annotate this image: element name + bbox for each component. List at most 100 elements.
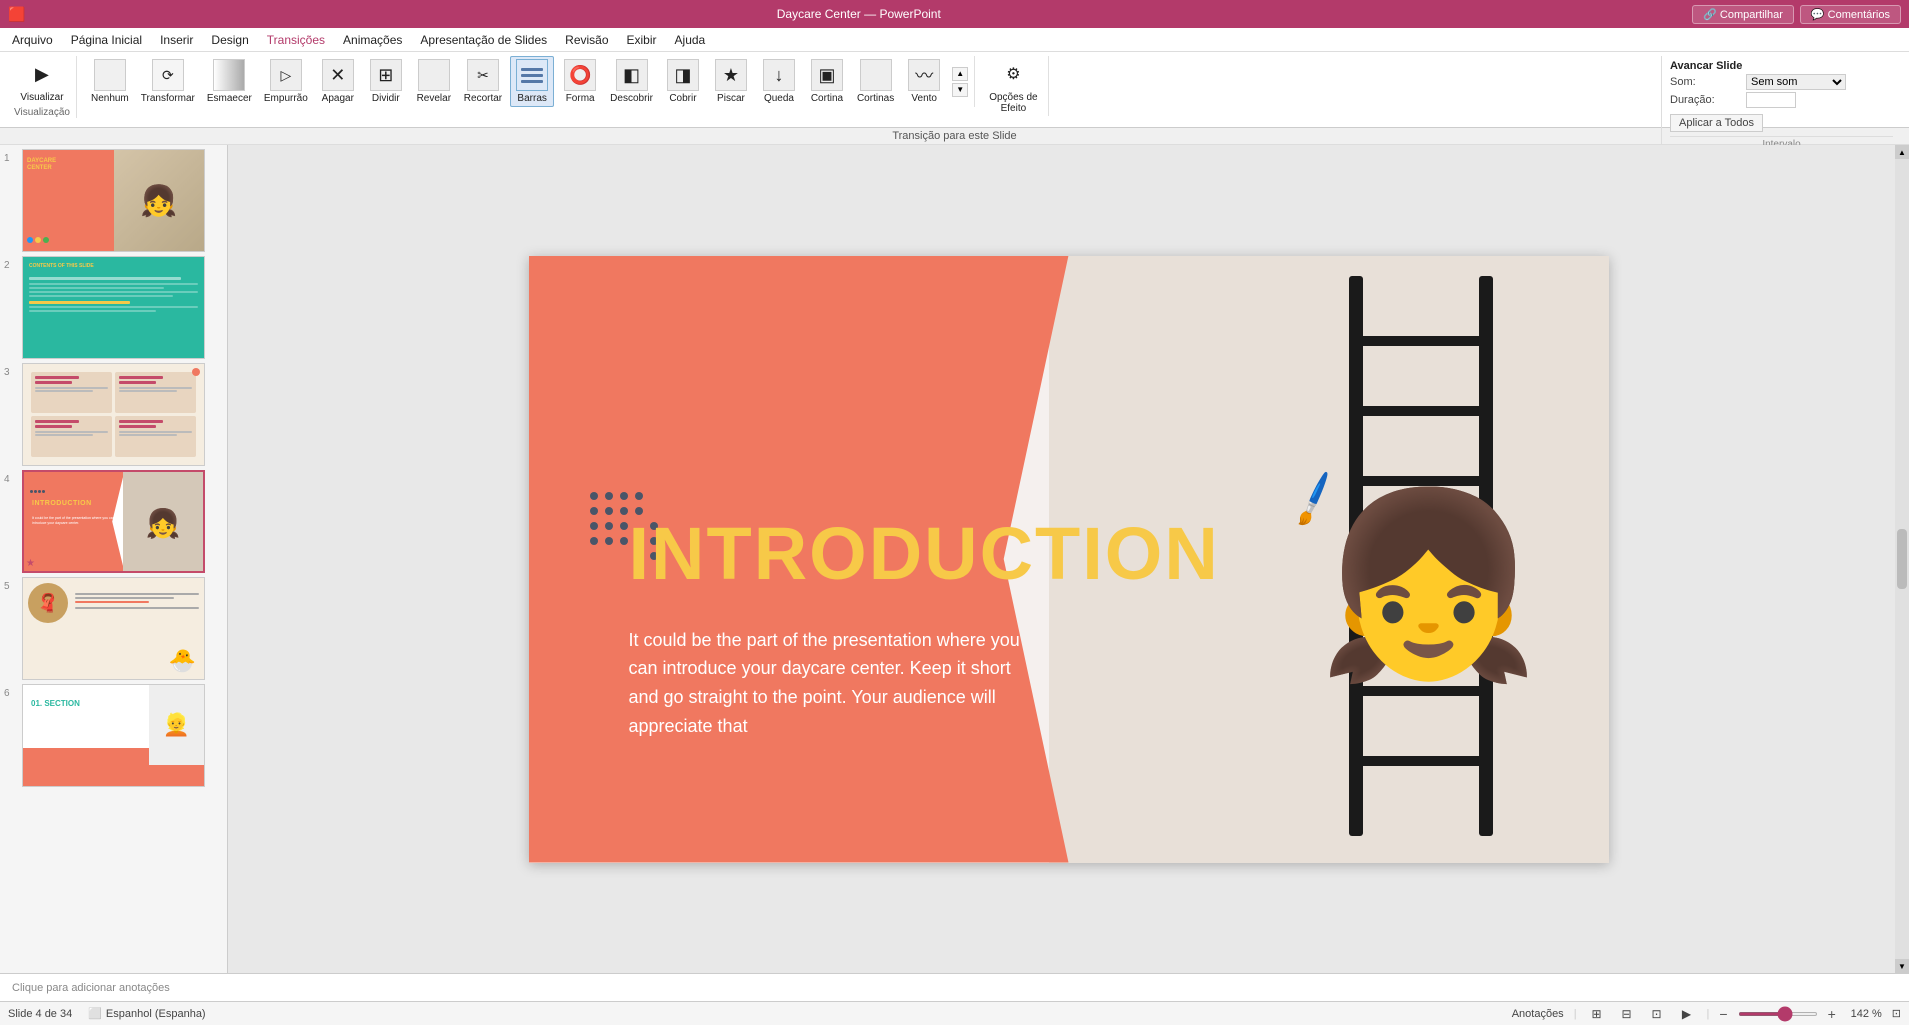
ribbon-btn-dividir[interactable]: ⊞ Dividir xyxy=(364,57,408,106)
language-label: Espanhol (Espanha) xyxy=(106,1008,206,1020)
forma-icon: ⭕ xyxy=(564,59,596,91)
piscar-icon: ★ xyxy=(715,59,747,91)
view-outline-btn[interactable]: ⊟ xyxy=(1617,1006,1637,1022)
slide-thumb-3[interactable] xyxy=(22,363,205,466)
slide-thumb-6[interactable]: 01. SECTION 👱 xyxy=(22,684,205,787)
vertical-scrollbar[interactable]: ▲ ▼ xyxy=(1895,145,1909,973)
slide-num-2: 2 xyxy=(4,256,18,271)
ribbon-btn-apagar[interactable]: ✕ Apagar xyxy=(316,57,360,106)
menu-bar: Arquivo Página Inicial Inserir Design Tr… xyxy=(0,28,1909,52)
visualizar-icon: ▶ xyxy=(26,58,58,90)
cortinas-icon xyxy=(860,59,892,91)
effect-options-icon: ⚙ xyxy=(997,58,1029,90)
ribbon-btn-barras[interactable]: Barras xyxy=(510,56,554,107)
accessibility-btn[interactable]: Anotações xyxy=(1512,1008,1564,1020)
slide-thumb-4[interactable]: INTRODUCTION It could be the part of the… xyxy=(22,470,205,573)
scroll-up-btn-canvas[interactable]: ▲ xyxy=(1895,145,1909,159)
ribbon-btn-cortinas[interactable]: Cortinas xyxy=(853,57,898,106)
apply-all-button[interactable]: Aplicar a Todos xyxy=(1670,114,1763,132)
slide-num-5: 5 xyxy=(4,577,18,592)
ribbon-btn-nenhum[interactable]: Nenhum xyxy=(87,57,133,106)
ribbon-btn-cortina[interactable]: ▣ Cortina xyxy=(805,57,849,106)
slide-panel[interactable]: 1 DAYCARE CENTER 👧 2 C xyxy=(0,145,228,973)
menu-inserir[interactable]: Inserir xyxy=(152,31,201,49)
notes-placeholder: Clique para adicionar anotações xyxy=(12,982,170,994)
duration-label: Duração: xyxy=(1670,94,1740,106)
ribbon-btn-descobrir[interactable]: ◧ Descobrir xyxy=(606,57,657,106)
cobrir-icon: ◨ xyxy=(667,59,699,91)
menu-exibir[interactable]: Exibir xyxy=(619,31,665,49)
zoom-level: 142 % xyxy=(1846,1008,1882,1020)
ribbon-btn-revelar[interactable]: Revelar xyxy=(412,57,456,106)
ribbon-btn-forma[interactable]: ⭕ Forma xyxy=(558,57,602,106)
ribbon-group-effect: ⚙ Opções deEfeito xyxy=(979,56,1048,116)
title-bar: 🟥 Daycare Center — PowerPoint 🔗 Comparti… xyxy=(0,0,1909,28)
transition-subtitle: Transição para este Slide xyxy=(0,128,1909,145)
ribbon: ▶ Visualizar Visualização Nenhum ⟳ Trans… xyxy=(0,52,1909,128)
zoom-out-btn[interactable]: − xyxy=(1719,1006,1727,1022)
queda-icon: ↓ xyxy=(763,59,795,91)
scroll-down-btn[interactable]: ▼ xyxy=(952,83,968,97)
share-button[interactable]: 🔗 Compartilhar xyxy=(1692,5,1794,24)
ribbon-btn-esmaecer[interactable]: Esmaecer xyxy=(203,57,256,106)
slide-item-3[interactable]: 3 xyxy=(4,363,223,466)
menu-animacoes[interactable]: Animações xyxy=(335,31,410,49)
slide-item-1[interactable]: 1 DAYCARE CENTER 👧 xyxy=(4,149,223,252)
barras-icon xyxy=(516,59,548,91)
slide-item-2[interactable]: 2 CONTENTS OF THIS SLIDE xyxy=(4,256,223,359)
avançar-label: Avancar Slide xyxy=(1670,60,1742,72)
notes-bar[interactable]: Clique para adicionar anotações xyxy=(0,973,1909,1001)
ribbon-btn-queda[interactable]: ↓ Queda xyxy=(757,57,801,106)
slide-num-3: 3 xyxy=(4,363,18,378)
slide-thumb-2[interactable]: CONTENTS OF THIS SLIDE xyxy=(22,256,205,359)
apagar-icon: ✕ xyxy=(322,59,354,91)
ribbon-btn-effect-options[interactable]: ⚙ Opções deEfeito xyxy=(985,56,1041,116)
cortina-icon: ▣ xyxy=(811,59,843,91)
slide-thumb-5[interactable]: 🧣 🐣 xyxy=(22,577,205,680)
divider-1: | xyxy=(1574,1008,1577,1020)
ribbon-group-transitions: Nenhum ⟳ Transformar Esmaecer ▷ Empurrão… xyxy=(81,56,975,107)
descobrir-icon: ◧ xyxy=(616,59,648,91)
sound-label: Som: xyxy=(1670,76,1740,88)
language-info: ⬜ Espanhol (Espanha) xyxy=(88,1007,205,1020)
scroll-up-btn[interactable]: ▲ xyxy=(952,67,968,81)
slide-body: It could be the part of the presentation… xyxy=(629,626,1029,741)
menu-pagina-inicial[interactable]: Página Inicial xyxy=(63,31,150,49)
ribbon-btn-recortar[interactable]: ✂ Recortar xyxy=(460,57,506,106)
zoom-slider[interactable] xyxy=(1738,1012,1818,1016)
revelar-icon xyxy=(418,59,450,91)
menu-transicoes[interactable]: Transições xyxy=(259,31,333,49)
menu-ajuda[interactable]: Ajuda xyxy=(667,31,714,49)
duration-input[interactable]: 01,00 xyxy=(1746,92,1796,108)
scroll-down-btn-canvas[interactable]: ▼ xyxy=(1895,959,1909,973)
ribbon-btn-transformar[interactable]: ⟳ Transformar xyxy=(137,57,199,106)
ribbon-btn-empurrão[interactable]: ▷ Empurrão xyxy=(260,57,312,106)
ribbon-btn-cobrir[interactable]: ◨ Cobrir xyxy=(661,57,705,106)
slide-thumb-1[interactable]: DAYCARE CENTER 👧 xyxy=(22,149,205,252)
view-slideshow-btn[interactable]: ▶ xyxy=(1677,1006,1697,1022)
ribbon-btn-visualizar[interactable]: ▶ Visualizar xyxy=(16,56,67,105)
sound-select[interactable]: Sem som xyxy=(1746,74,1846,90)
slide-canvas: 👧 🖌️ xyxy=(529,256,1609,863)
menu-arquivo[interactable]: Arquivo xyxy=(4,31,61,49)
slide-item-5[interactable]: 5 🧣 🐣 xyxy=(4,577,223,680)
nenhum-icon xyxy=(94,59,126,91)
menu-revisao[interactable]: Revisão xyxy=(557,31,616,49)
menu-apresentacao[interactable]: Apresentação de Slides xyxy=(412,31,555,49)
view-reading-btn[interactable]: ⊡ xyxy=(1647,1006,1667,1022)
slide-icon: ⬜ xyxy=(88,1007,102,1020)
view-normal-btn[interactable]: ⊞ xyxy=(1587,1006,1607,1022)
ribbon-btn-vento[interactable]: 〰 Vento xyxy=(902,57,946,106)
zoom-in-btn[interactable]: + xyxy=(1828,1006,1836,1022)
slide-item-4[interactable]: 4 INTRODUCTION It could be the part of t… xyxy=(4,470,223,573)
menu-design[interactable]: Design xyxy=(203,31,256,49)
slide-num-4: 4 xyxy=(4,470,18,485)
window-icon: 🟥 xyxy=(8,6,25,23)
fit-btn[interactable]: ⊡ xyxy=(1892,1007,1901,1020)
comments-button[interactable]: 💬 Comentários xyxy=(1800,5,1901,24)
ribbon-btn-piscar[interactable]: ★ Piscar xyxy=(709,57,753,106)
slide-num-1: 1 xyxy=(4,149,18,164)
slide-item-6[interactable]: 6 01. SECTION 👱 xyxy=(4,684,223,787)
main-area: 1 DAYCARE CENTER 👧 2 C xyxy=(0,145,1909,973)
dividir-icon: ⊞ xyxy=(370,59,402,91)
